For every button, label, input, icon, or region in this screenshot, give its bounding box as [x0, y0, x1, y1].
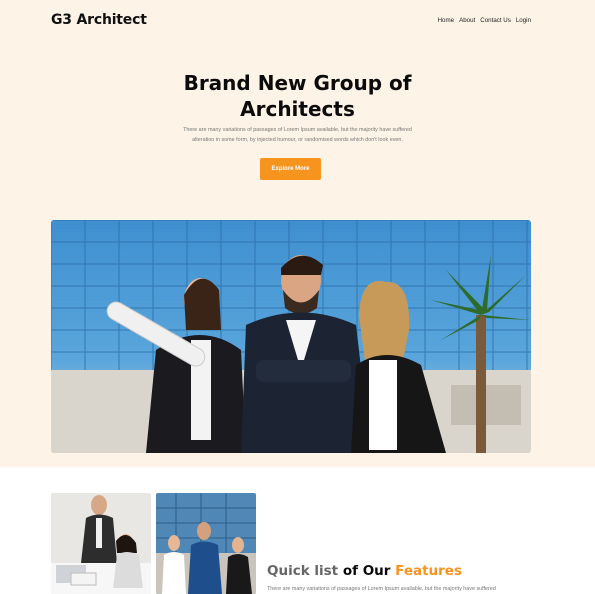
hero-title: Brand New Group of Architects [0, 70, 595, 122]
feature-office-photo [51, 493, 151, 594]
office-meeting-illustration [51, 493, 151, 594]
hero-subtitle: There are many variations of passages of… [155, 125, 440, 145]
features-title-part2: of Our [338, 563, 396, 579]
nav-about-link[interactable]: About [459, 17, 475, 24]
feature-team-photo [156, 493, 256, 594]
hero-subtitle-line2: alteration in some form, by injected hum… [192, 137, 403, 143]
features-title-part3: Features [395, 563, 462, 579]
hero-subtitle-line1: There are many variations of passages of… [183, 127, 412, 133]
team-building-illustration [156, 493, 256, 594]
brand-logo[interactable]: G3 Architect [51, 12, 147, 28]
hero-title-line2: Architects [240, 97, 355, 121]
features-title: Quick list of Our Features [267, 563, 462, 579]
nav-contact-link[interactable]: Contact Us [480, 17, 511, 24]
nav-login-link[interactable]: Login [516, 17, 531, 24]
explore-more-button[interactable]: Explore More [260, 158, 321, 180]
nav-home-link[interactable]: Home [438, 17, 455, 24]
features-title-part1: Quick list [267, 563, 339, 579]
main-nav: Home About Contact Us Login [438, 17, 531, 24]
team-photo-illustration [51, 220, 531, 453]
hero-team-photo [51, 220, 531, 453]
hero-title-line1: Brand New Group of [183, 71, 412, 95]
features-subtitle: There are many variations of passages of… [267, 586, 496, 592]
